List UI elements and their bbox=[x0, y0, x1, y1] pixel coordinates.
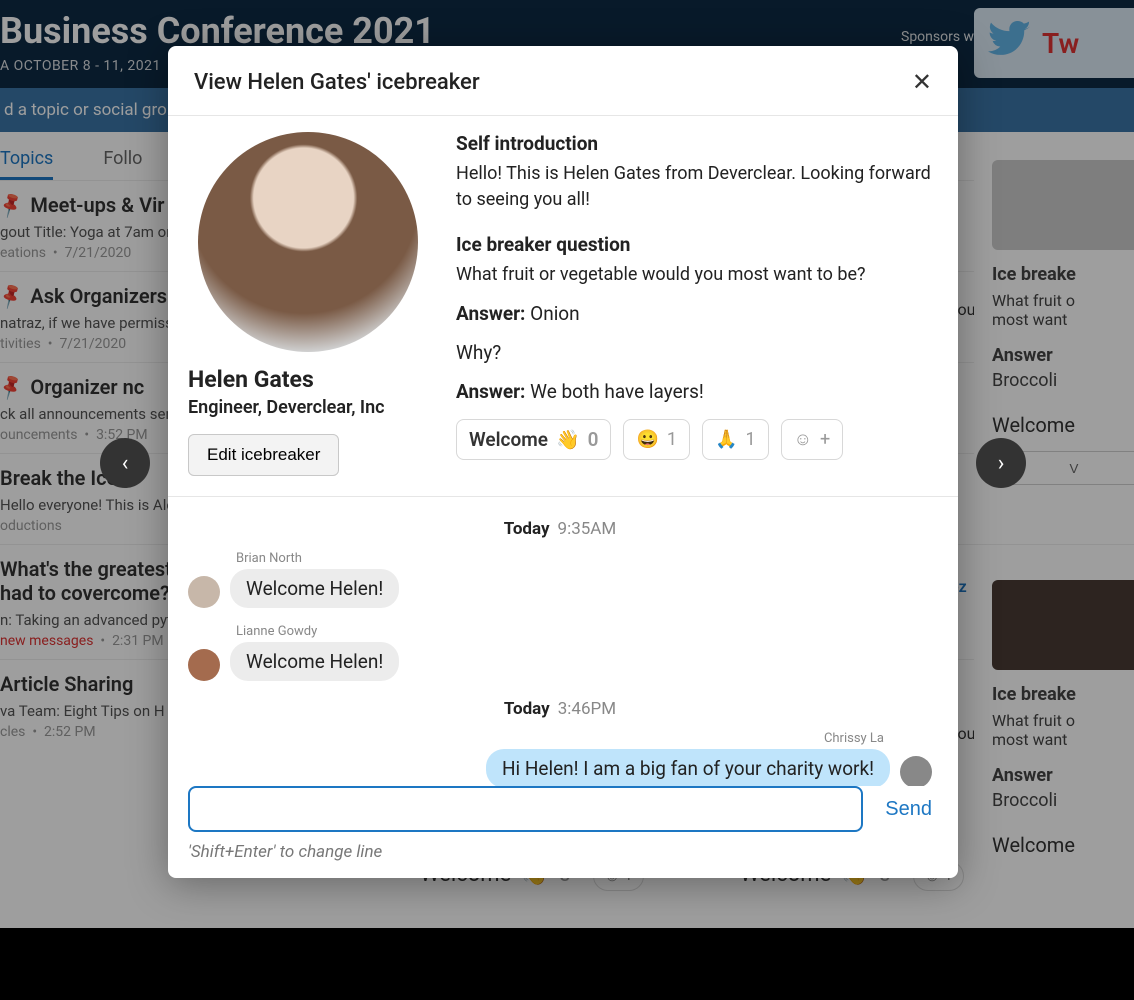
wave-icon: 👋 bbox=[556, 428, 580, 451]
bottom-bar bbox=[0, 928, 1134, 1000]
profile-name: Helen Gates bbox=[188, 366, 428, 393]
profile-avatar bbox=[198, 132, 418, 352]
message-bubble: Welcome Helen! bbox=[230, 642, 399, 681]
answer-label: Answer: bbox=[456, 380, 525, 403]
send-button[interactable]: Send bbox=[885, 798, 932, 821]
answer-row: Answer: We both have layers! bbox=[456, 380, 932, 403]
message-bubble: Hi Helen! I am a big fan of your charity… bbox=[486, 749, 890, 786]
chevron-left-icon: ‹ bbox=[122, 451, 129, 476]
reaction-count: 1 bbox=[667, 429, 677, 450]
answer-label: Answer: bbox=[456, 302, 525, 325]
edit-icebreaker-button[interactable]: Edit icebreaker bbox=[188, 434, 339, 476]
chat-timestamp: Today 9:35AM bbox=[188, 519, 932, 539]
reaction-count: 0 bbox=[588, 428, 599, 451]
message-avatar bbox=[188, 649, 220, 681]
message-avatar bbox=[188, 576, 220, 608]
profile-section: Helen Gates Engineer, Deverclear, Inc Ed… bbox=[168, 116, 958, 497]
close-button[interactable]: ✕ bbox=[912, 68, 932, 97]
message-composer: Send 'Shift+Enter' to change line bbox=[168, 786, 958, 878]
reaction-welcome[interactable]: Welcome 👋 0 bbox=[456, 419, 611, 460]
why-row: Why? bbox=[456, 341, 932, 364]
message-sender: Lianne Gowdy bbox=[236, 624, 317, 639]
timestamp-time: 9:35AM bbox=[558, 519, 617, 539]
message-sender: Brian North bbox=[236, 551, 302, 566]
reaction-row: Welcome 👋 0 😀 1 🙏 1 ☺ + bbox=[456, 419, 932, 460]
timestamp-time: 3:46PM bbox=[558, 699, 616, 719]
timestamp-day: Today bbox=[504, 519, 550, 539]
chat-message-own: Chrissy La Hi Helen! I am a big fan of y… bbox=[188, 731, 932, 786]
chevron-right-icon: › bbox=[998, 451, 1005, 476]
reaction-count: 1 bbox=[745, 429, 755, 450]
modal-header: View Helen Gates' icebreaker ✕ bbox=[168, 46, 958, 116]
answer-value: Onion bbox=[530, 302, 580, 325]
chat-message: Lianne Gowdy Welcome Helen! bbox=[188, 624, 932, 681]
smile-icon: 😀 bbox=[636, 429, 658, 450]
reaction-pray[interactable]: 🙏 1 bbox=[702, 419, 769, 460]
intro-heading: Self introduction bbox=[456, 132, 932, 155]
chat-timestamp: Today 3:46PM bbox=[188, 699, 932, 719]
pray-icon: 🙏 bbox=[715, 429, 737, 450]
question-text: What fruit or vegetable would you most w… bbox=[456, 262, 932, 288]
composer-hint: 'Shift+Enter' to change line bbox=[188, 842, 932, 862]
plus-icon: + bbox=[820, 429, 830, 450]
intro-text: Hello! This is Helen Gates from Devercle… bbox=[456, 161, 932, 213]
chat-message: Brian North Welcome Helen! bbox=[188, 551, 932, 608]
face-icon: ☺ bbox=[794, 429, 812, 450]
profile-column: Helen Gates Engineer, Deverclear, Inc Ed… bbox=[188, 132, 428, 476]
message-input[interactable] bbox=[188, 786, 863, 832]
icebreaker-modal: View Helen Gates' icebreaker ✕ Helen Gat… bbox=[168, 46, 958, 878]
answer-value: We both have layers! bbox=[530, 380, 704, 403]
why-label: Why? bbox=[456, 341, 501, 364]
message-avatar bbox=[900, 756, 932, 786]
question-heading: Ice breaker question bbox=[456, 233, 932, 256]
message-bubble: Welcome Helen! bbox=[230, 569, 399, 608]
reaction-label: Welcome bbox=[469, 428, 548, 451]
prev-arrow-button[interactable]: ‹ bbox=[100, 438, 150, 488]
timestamp-day: Today bbox=[504, 699, 550, 719]
next-arrow-button[interactable]: › bbox=[976, 438, 1026, 488]
answer-row: Answer: Onion bbox=[456, 302, 932, 325]
add-reaction-button[interactable]: ☺ + bbox=[781, 419, 844, 460]
close-icon: ✕ bbox=[912, 69, 932, 96]
modal-title: View Helen Gates' icebreaker bbox=[194, 70, 480, 95]
chat-thread: Today 9:35AM Brian North Welcome Helen! L… bbox=[168, 497, 958, 786]
profile-subtitle: Engineer, Deverclear, Inc bbox=[188, 397, 428, 418]
reaction-smile[interactable]: 😀 1 bbox=[623, 419, 690, 460]
message-sender: Chrissy La bbox=[824, 731, 884, 746]
info-column: Self introduction Hello! This is Helen G… bbox=[456, 132, 932, 476]
